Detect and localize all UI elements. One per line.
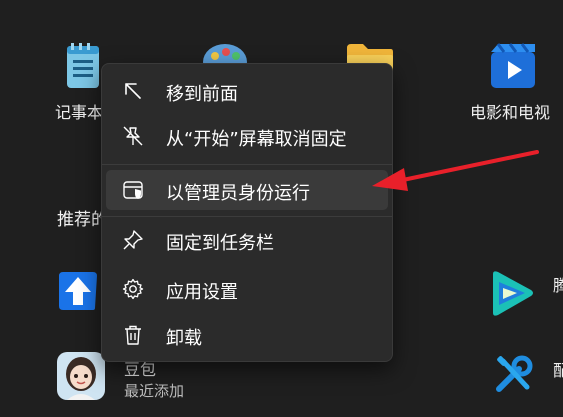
recommended-item-tencent-video[interactable]: 腾讯视频 xyxy=(487,268,563,322)
movies-tv-icon xyxy=(491,43,535,88)
recommended-item-app[interactable] xyxy=(55,268,105,318)
unpin-icon xyxy=(123,126,143,146)
menu-item-pin-taskbar[interactable]: 固定到任务栏 xyxy=(106,220,388,260)
menu-item-label: 应用设置 xyxy=(166,282,238,303)
tencent-video-icon xyxy=(493,271,533,316)
menu-item-label: 从“开始”屏幕取消固定 xyxy=(166,129,347,150)
recommended-title: 推荐的项目 xyxy=(57,210,101,230)
menu-item-unpin-start[interactable]: 从“开始”屏幕取消固定 xyxy=(106,116,388,156)
admin-shield-icon xyxy=(123,181,143,199)
recommended-item-name: 腾讯视频 xyxy=(553,276,563,295)
gear-icon xyxy=(122,278,144,300)
recommended-item-sub: 最近添加 xyxy=(124,382,185,400)
notepad-icon xyxy=(67,43,99,88)
context-menu: 移到前面 从“开始”屏幕取消固定 以管理员身份运行 固定到任务栏 应用设置 卸载 xyxy=(101,63,393,362)
menu-item-label: 卸载 xyxy=(166,328,202,349)
recommended-item-tools[interactable]: 配置 xyxy=(493,355,563,405)
doubao-avatar-icon xyxy=(57,352,105,400)
menu-item-app-settings[interactable]: 应用设置 xyxy=(106,269,388,309)
tools-icon xyxy=(496,355,533,392)
menu-item-move-to-front[interactable]: 移到前面 xyxy=(106,71,388,111)
trash-icon xyxy=(125,325,141,345)
menu-item-label: 以管理员身份运行 xyxy=(166,183,310,204)
pinned-label: 记事本 xyxy=(55,103,104,122)
menu-item-label: 固定到任务栏 xyxy=(166,233,274,254)
pin-icon xyxy=(123,230,143,250)
app-arrow-icon xyxy=(59,272,97,310)
pinned-movies-tv[interactable]: 电影和电视 xyxy=(468,40,563,122)
menu-item-label: 移到前面 xyxy=(166,84,238,105)
pinned-label: 电影和电视 xyxy=(470,103,551,122)
menu-separator xyxy=(102,164,392,165)
menu-item-run-as-admin[interactable]: 以管理员身份运行 xyxy=(106,170,388,210)
arrow-up-left-icon xyxy=(125,83,141,99)
menu-separator xyxy=(102,216,392,217)
recommended-item-name: 配置 xyxy=(553,361,563,380)
menu-item-uninstall[interactable]: 卸载 xyxy=(106,315,388,355)
